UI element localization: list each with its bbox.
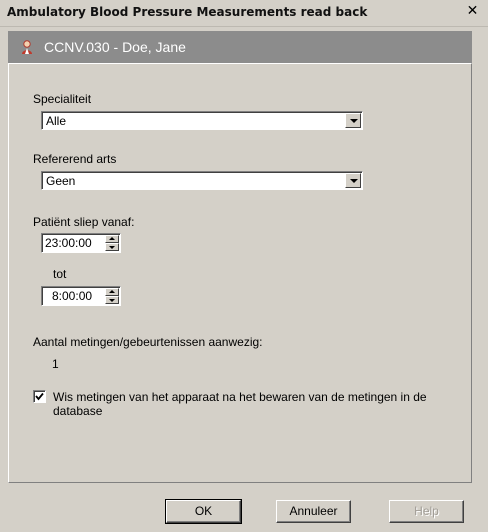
sleep-from-spinner[interactable]: 23:00:00 (41, 233, 121, 253)
patient-header: CCNV.030 - Doe, Jane (8, 31, 472, 63)
wipe-device-label-line2: database (53, 404, 103, 418)
window-title: Ambulatory Blood Pressure Measurements r… (7, 5, 368, 19)
measurement-count-label: Aantal metingen/gebeurtenissen aanwezig: (33, 335, 263, 349)
patient-icon (22, 40, 32, 54)
wipe-device-checkbox[interactable] (33, 390, 46, 403)
spin-up-icon[interactable] (105, 235, 119, 243)
help-button[interactable]: Help (389, 500, 464, 523)
settings-panel: Specialiteit Alle Refererend arts Geen P… (8, 63, 472, 483)
sleep-from-label: Patiënt sliep vanaf: (33, 215, 135, 229)
chevron-down-icon[interactable] (345, 113, 361, 128)
chevron-down-icon[interactable] (345, 173, 361, 188)
patient-label: CCNV.030 - Doe, Jane (44, 39, 186, 55)
dialog-window: Ambulatory Blood Pressure Measurements r… (0, 0, 488, 532)
wipe-device-label-line1: Wis metingen van het apparaat na het bew… (53, 390, 427, 404)
title-bar[interactable]: Ambulatory Blood Pressure Measurements r… (0, 0, 488, 27)
refererend-arts-label: Refererend arts (33, 152, 117, 166)
refererend-arts-select[interactable]: Geen (41, 171, 363, 190)
specialiteit-select[interactable]: Alle (41, 111, 363, 130)
close-icon[interactable]: ✕ (465, 4, 480, 19)
refererend-arts-value: Geen (46, 174, 76, 188)
measurement-count-value: 1 (52, 357, 59, 371)
sleep-to-value: 8:00:00 (52, 289, 93, 303)
ok-button[interactable]: OK (165, 499, 242, 524)
sleep-to-spinner[interactable]: 8:00:00 (41, 286, 121, 306)
specialiteit-label: Specialiteit (33, 92, 92, 106)
spin-down-icon[interactable] (105, 243, 119, 251)
checkmark-icon (35, 392, 44, 401)
spin-up-icon[interactable] (105, 288, 119, 296)
sleep-to-label: tot (53, 267, 67, 281)
spin-down-icon[interactable] (105, 296, 119, 304)
sleep-from-value: 23:00:00 (45, 236, 92, 250)
cancel-button[interactable]: Annuleer (276, 500, 351, 523)
specialiteit-value: Alle (46, 114, 67, 128)
